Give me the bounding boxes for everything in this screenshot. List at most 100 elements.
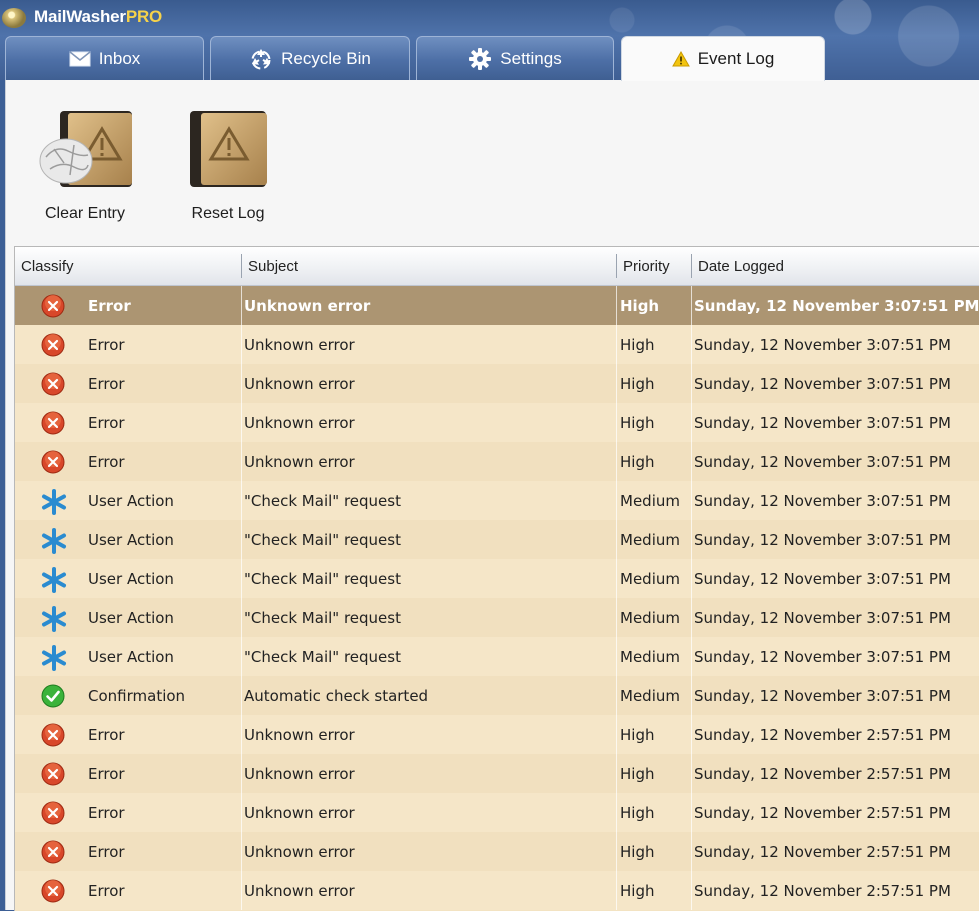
table-row[interactable]: User Action "Check Mail" request Medium Sun…: [15, 520, 979, 559]
cell-priority: Medium: [620, 648, 680, 666]
clear-entry-button[interactable]: Clear Entry: [30, 105, 140, 223]
tab-event-log[interactable]: Event Log: [621, 36, 825, 81]
cell-divider: [241, 403, 242, 442]
reset-log-button[interactable]: Reset Log: [173, 105, 283, 223]
tab-settings-label: Settings: [500, 48, 562, 68]
cell-date-logged: Sunday, 12 November 3:07:51 PM: [694, 336, 951, 354]
cell-divider: [691, 793, 692, 832]
cell-date-logged: Sunday, 12 November 3:07:51 PM: [694, 297, 979, 315]
error-icon: [41, 840, 65, 864]
cell-divider: [691, 715, 692, 754]
table-row[interactable]: User Action "Check Mail" request Medium Sun…: [15, 637, 979, 676]
cell-priority: Medium: [620, 492, 680, 510]
event-log-table: Classify Subject Priority Date Logged Er…: [14, 246, 979, 911]
table-row[interactable]: Error Unknown error High Sunday, 12 Novembe…: [15, 442, 979, 481]
tab-settings[interactable]: Settings: [416, 36, 614, 80]
table-row[interactable]: User Action "Check Mail" request Medium Sun…: [15, 481, 979, 520]
table-header: Classify Subject Priority Date Logged: [15, 247, 979, 286]
cell-divider: [691, 364, 692, 403]
cell-classify: Error: [88, 336, 125, 354]
table-row[interactable]: Error Unknown error High Sunday, 12 Novembe…: [15, 286, 979, 325]
reset-log-icon: [173, 105, 283, 195]
cell-priority: High: [620, 843, 655, 861]
cell-classify: User Action: [88, 570, 174, 588]
cell-divider: [241, 520, 242, 559]
table-row[interactable]: Error Unknown error High Sunday, 12 Novembe…: [15, 871, 979, 910]
error-icon: [41, 762, 65, 786]
cell-subject: Unknown error: [244, 297, 371, 315]
cell-divider: [241, 871, 242, 910]
cell-priority: High: [620, 414, 655, 432]
cell-divider: [691, 442, 692, 481]
cell-divider: [616, 403, 617, 442]
table-row[interactable]: Error Unknown error High Sunday, 12 Novembe…: [15, 793, 979, 832]
cell-classify: Error: [88, 882, 125, 900]
cell-subject: "Check Mail" request: [244, 609, 401, 627]
error-icon: [41, 333, 65, 357]
table-row[interactable]: User Action "Check Mail" request Medium Sun…: [15, 559, 979, 598]
tab-recycle-bin[interactable]: Recycle Bin: [210, 36, 410, 80]
cell-classify: Error: [88, 297, 131, 315]
cell-subject: Unknown error: [244, 726, 355, 744]
cell-divider: [691, 325, 692, 364]
cell-subject: Unknown error: [244, 453, 355, 471]
cell-divider: [616, 520, 617, 559]
cell-divider: [691, 559, 692, 598]
column-header-date-logged[interactable]: Date Logged: [692, 247, 979, 285]
cell-divider: [616, 442, 617, 481]
table-row[interactable]: Error Unknown error High Sunday, 12 Novembe…: [15, 325, 979, 364]
cell-classify: Error: [88, 453, 125, 471]
cell-divider: [241, 793, 242, 832]
cell-divider: [616, 832, 617, 871]
table-row[interactable]: Error Unknown error High Sunday, 12 Novembe…: [15, 754, 979, 793]
error-icon: [41, 801, 65, 825]
app-title-pro: PRO: [125, 7, 163, 26]
error-icon: [41, 723, 65, 747]
table-row[interactable]: Error Unknown error High Sunday, 12 Novembe…: [15, 364, 979, 403]
user-action-icon: [41, 645, 66, 671]
clear-entry-label: Clear Entry: [44, 205, 126, 222]
cell-priority: Medium: [620, 609, 680, 627]
gear-icon: [468, 47, 492, 71]
warning-icon: [671, 51, 690, 67]
clear-entry-icon: [30, 105, 140, 195]
cell-date-logged: Sunday, 12 November 3:07:51 PM: [694, 453, 951, 471]
column-header-priority[interactable]: Priority: [617, 247, 691, 285]
cell-classify: Error: [88, 765, 125, 783]
table-row[interactable]: Confirmation Automatic check started Mediu…: [15, 676, 979, 715]
reset-log-label: Reset Log: [191, 205, 265, 222]
cell-priority: High: [620, 882, 655, 900]
cell-divider: [691, 286, 692, 325]
cell-divider: [241, 364, 242, 403]
table-row[interactable]: User Action "Check Mail" request Medium Sun…: [15, 598, 979, 637]
table-row[interactable]: Error Unknown error High Sunday, 12 Novembe…: [15, 403, 979, 442]
cell-divider: [691, 598, 692, 637]
envelope-icon: [69, 50, 91, 67]
table-row[interactable]: Error Unknown error High Sunday, 12 Novembe…: [15, 832, 979, 871]
cell-divider: [691, 481, 692, 520]
cell-date-logged: Sunday, 12 November 3:07:51 PM: [694, 648, 951, 666]
cell-classify: User Action: [88, 648, 174, 666]
cell-priority: Medium: [620, 570, 680, 588]
cell-divider: [241, 637, 242, 676]
tab-event-log-label: Event Log: [697, 49, 775, 68]
cell-classify: Confirmation: [88, 687, 186, 705]
error-icon: [41, 294, 65, 318]
cell-classify: User Action: [88, 531, 174, 549]
column-header-subject[interactable]: Subject: [242, 247, 616, 285]
user-action-icon: [41, 567, 66, 593]
tab-inbox[interactable]: Inbox: [5, 36, 204, 80]
cell-divider: [241, 559, 242, 598]
cell-divider: [241, 325, 242, 364]
table-row[interactable]: Error Unknown error High Sunday, 12 Novembe…: [15, 715, 979, 754]
tab-recycle-bin-label: Recycle Bin: [281, 48, 371, 68]
cell-divider: [241, 715, 242, 754]
cell-subject: "Check Mail" request: [244, 648, 401, 666]
cell-divider: [616, 481, 617, 520]
cell-divider: [616, 325, 617, 364]
error-icon: [41, 411, 65, 435]
cell-classify: Error: [88, 843, 125, 861]
cell-divider: [691, 871, 692, 910]
cell-subject: Unknown error: [244, 843, 355, 861]
column-header-classify[interactable]: Classify: [15, 247, 239, 285]
